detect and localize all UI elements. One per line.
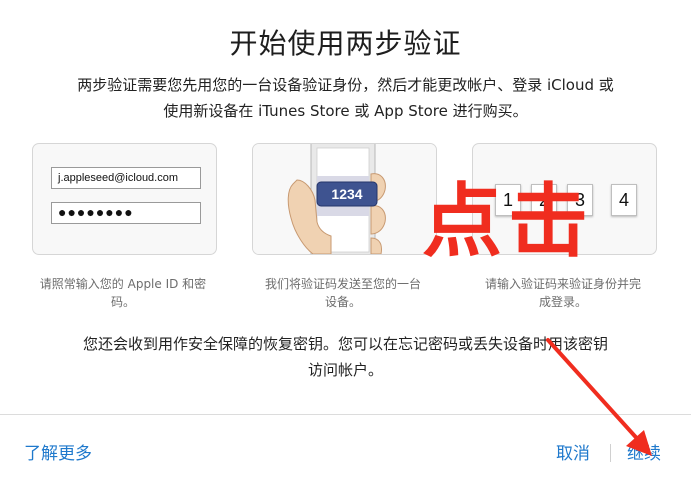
signin-illustration: j.appleseed@icloud.com ●●●●●●●● [32, 143, 217, 255]
cancel-button[interactable]: 取消 [556, 439, 590, 464]
verification-code-text: 1234 [331, 186, 362, 202]
code-digit-box: 4 [611, 184, 637, 216]
intro-line-2: 使用新设备在 iTunes Store 或 App Store 进行购买。 [163, 102, 528, 120]
hand-holding-phone-icon: 1234 [253, 144, 436, 254]
enter-code-caption-line-1: 请输入验证码来验证身份并完 [484, 277, 641, 291]
footer-divider [610, 444, 611, 462]
dialog-title: 开始使用两步验证 [229, 27, 462, 60]
two-step-dialog: 开始使用两步验证 两步验证需要您先用您的一台设备验证身份，然后才能更改帐户、登录… [0, 0, 691, 481]
signin-caption-line-1: 请照常输入您的 Apple ID 和密 [39, 277, 207, 291]
click-annotation-text: 点击 [422, 175, 594, 268]
signin-caption: 请照常输入您的 Apple ID 和密 码。 [28, 275, 218, 311]
send-code-caption-line-1: 我们将验证码发送至您的一台 [264, 277, 421, 291]
intro-line-1: 两步验证需要您先用您的一台设备验证身份，然后才能更改帐户、登录 iCloud 或 [77, 76, 614, 94]
enter-code-caption-line-2: 成登录。 [538, 295, 587, 309]
continue-button[interactable]: 继续 [627, 439, 661, 464]
apple-id-field-illustration: j.appleseed@icloud.com [51, 167, 201, 189]
send-code-illustration: 1234 [252, 143, 437, 255]
recovery-key-line-1: 您还会收到用作安全保障的恢复密钥。您可以在忘记密码或丢失设备时用该密钥 [82, 335, 608, 353]
password-field-illustration: ●●●●●●●● [51, 202, 201, 224]
dialog-footer: 了解更多 取消 继续 [0, 414, 691, 481]
intro-text: 两步验证需要您先用您的一台设备验证身份，然后才能更改帐户、登录 iCloud 或… [28, 72, 663, 124]
signin-caption-line-2: 码。 [110, 295, 135, 309]
learn-more-link[interactable]: 了解更多 [24, 439, 92, 464]
enter-code-caption: 请输入验证码来验证身份并完 成登录。 [468, 275, 658, 311]
send-code-caption-line-2: 设备。 [324, 295, 361, 309]
send-code-caption: 我们将验证码发送至您的一台 设备。 [248, 275, 438, 311]
recovery-key-line-2: 访问帐户。 [307, 361, 383, 379]
recovery-key-text: 您还会收到用作安全保障的恢复密钥。您可以在忘记密码或丢失设备时用该密钥 访问帐户… [22, 331, 669, 383]
